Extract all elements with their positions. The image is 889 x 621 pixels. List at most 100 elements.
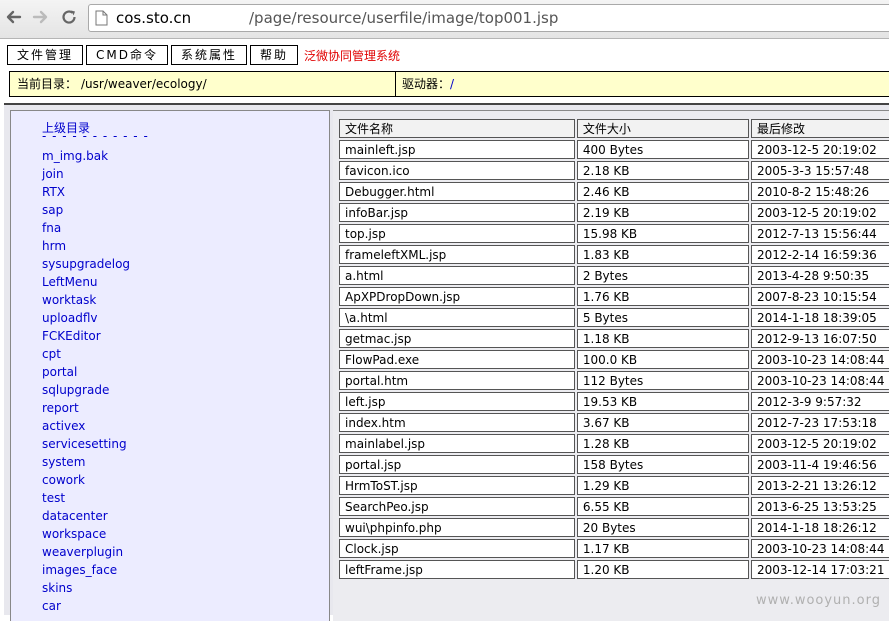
file-name-cell[interactable]: favicon.ico xyxy=(339,161,575,180)
table-header-row: 文件名称 文件大小 最后修改 xyxy=(339,119,889,138)
file-name-cell[interactable]: a.html xyxy=(339,266,575,285)
directory-link[interactable]: RTX xyxy=(42,184,130,202)
file-size-cell: 2.18 KB xyxy=(576,161,749,180)
file-name-cell[interactable]: portal.htm xyxy=(339,371,575,390)
file-name-cell[interactable]: wui\phpinfo.php xyxy=(339,518,575,537)
reload-button[interactable] xyxy=(58,6,80,28)
directory-link[interactable]: hrm xyxy=(42,238,130,256)
address-bar[interactable]: cos.sto.cn /page/resource/userfile/image… xyxy=(88,4,889,32)
file-name-cell[interactable]: portal.jsp xyxy=(339,455,575,474)
forward-button[interactable] xyxy=(29,6,51,28)
directory-link[interactable]: servicesetting xyxy=(42,436,130,454)
file-name-cell[interactable]: frameleftXML.jsp xyxy=(339,245,575,264)
last-modified-cell: 2003-12-5 20:19:02 xyxy=(751,140,889,159)
directory-link[interactable]: test xyxy=(42,490,130,508)
directory-link[interactable]: weaverplugin xyxy=(42,544,130,562)
header-last-modified: 最后修改 xyxy=(751,119,889,138)
file-rows: mainleft.jsp 400 Bytes 2003-12-5 20:19:02 f… xyxy=(339,140,889,579)
directory-link[interactable]: worktask xyxy=(42,292,130,310)
directory-link[interactable]: sysupgradelog xyxy=(42,256,130,274)
directory-link[interactable]: cpt xyxy=(42,346,130,364)
url-path: /page/resource/userfile/image/top001.jsp xyxy=(249,9,559,27)
directory-link[interactable]: car xyxy=(42,598,130,616)
file-name-cell[interactable]: SearchPeo.jsp xyxy=(339,497,575,516)
table-row: mainlabel.jsp 1.28 KB 2003-12-5 20:19:02 xyxy=(339,434,889,453)
directory-link[interactable]: portal xyxy=(42,364,130,382)
table-row: index.htm 3.67 KB 2012-7-23 17:53:18 xyxy=(339,413,889,432)
help-button[interactable]: 帮助 xyxy=(250,45,299,65)
table-row: ApXPDropDown.jsp 1.76 KB 2007-8-23 10:15:5… xyxy=(339,287,889,306)
last-modified-cell: 2012-9-13 16:07:50 xyxy=(751,329,889,348)
page-icon xyxy=(95,10,108,26)
file-size-cell: 1.76 KB xyxy=(576,287,749,306)
last-modified-cell: 2003-11-4 19:46:56 xyxy=(751,455,889,474)
directory-link[interactable]: system xyxy=(42,454,130,472)
directory-link[interactable]: report xyxy=(42,400,130,418)
file-size-cell: 20 Bytes xyxy=(576,518,749,537)
table-row: infoBar.jsp 2.19 KB 2003-12-5 20:19:02 xyxy=(339,203,889,222)
directory-link[interactable]: sap xyxy=(42,202,130,220)
directory-link[interactable]: workspace xyxy=(42,526,130,544)
current-dir-value: /usr/weaver/ecology/ xyxy=(81,77,207,91)
back-button[interactable] xyxy=(3,6,25,28)
directory-list: m_img.bak join RTX sap fna hrm sysupgradelog Le… xyxy=(42,148,130,616)
cmd-command-button[interactable]: CMD命令 xyxy=(86,45,168,65)
table-row: Clock.jsp 1.17 KB 2003-10-23 14:08:44 xyxy=(339,539,889,558)
directory-link[interactable]: sqlupgrade xyxy=(42,382,130,400)
file-size-cell: 1.20 KB xyxy=(576,560,749,579)
last-modified-cell: 2003-10-23 14:08:44 xyxy=(751,350,889,369)
directory-link[interactable]: activex xyxy=(42,418,130,436)
directory-link[interactable]: cowork xyxy=(42,472,130,490)
file-name-cell[interactable]: getmac.jsp xyxy=(339,329,575,348)
directory-link[interactable]: LeftMenu xyxy=(42,274,130,292)
last-modified-cell: 2003-10-23 14:08:44 xyxy=(751,539,889,558)
last-modified-cell: 2013-2-21 13:26:12 xyxy=(751,476,889,495)
directory-link[interactable]: datacenter xyxy=(42,508,130,526)
file-name-cell[interactable]: top.jsp xyxy=(339,224,575,243)
last-modified-cell: 2012-3-9 9:57:32 xyxy=(751,392,889,411)
last-modified-cell: 2007-8-23 10:15:54 xyxy=(751,287,889,306)
file-name-cell[interactable]: infoBar.jsp xyxy=(339,203,575,222)
reload-icon xyxy=(62,10,76,24)
file-name-cell[interactable]: mainlabel.jsp xyxy=(339,434,575,453)
table-row: FlowPad.exe 100.0 KB 2003-10-23 14:08:44 xyxy=(339,350,889,369)
file-name-cell[interactable]: Debugger.html xyxy=(339,182,575,201)
directory-link[interactable]: images_face xyxy=(42,562,130,580)
system-properties-button[interactable]: 系统属性 xyxy=(171,45,248,65)
file-name-cell[interactable]: \a.html xyxy=(339,308,575,327)
current-dir-label: 当前目录： xyxy=(17,77,78,91)
directory-link[interactable]: m_img.bak xyxy=(42,148,130,166)
directory-link[interactable]: join xyxy=(42,166,130,184)
drive-link[interactable]: / xyxy=(450,77,454,91)
file-name-cell[interactable]: leftFrame.jsp xyxy=(339,560,575,579)
table-row: getmac.jsp 1.18 KB 2012-9-13 16:07:50 xyxy=(339,329,889,348)
file-manager-button[interactable]: 文件管理 xyxy=(7,45,84,65)
directory-link[interactable]: uploadflv xyxy=(42,310,130,328)
table-row: a.html 2 Bytes 2013-4-28 9:50:35 xyxy=(339,266,889,285)
file-name-cell[interactable]: index.htm xyxy=(339,413,575,432)
drive-label: 驱动器： xyxy=(402,77,451,91)
directory-link[interactable]: skins xyxy=(42,580,130,598)
directory-link[interactable]: fna xyxy=(42,220,130,238)
watermark: www.wooyun.org xyxy=(755,593,881,608)
file-name-cell[interactable]: FlowPad.exe xyxy=(339,350,575,369)
file-name-cell[interactable]: Clock.jsp xyxy=(339,539,575,558)
file-pane: 文件名称 文件大小 最后修改 mainleft.jsp 400 Bytes 2003… xyxy=(333,110,889,621)
header-file-name: 文件名称 xyxy=(339,119,575,138)
file-name-cell[interactable]: mainleft.jsp xyxy=(339,140,575,159)
table-row: favicon.ico 2.18 KB 2005-3-3 15:57:48 xyxy=(339,161,889,180)
file-size-cell: 400 Bytes xyxy=(576,140,749,159)
directory-link[interactable]: FCKEditor xyxy=(42,328,130,346)
path-bar: 当前目录：/usr/weaver/ecology/ 驱动器：/ xyxy=(9,71,889,97)
file-name-cell[interactable]: ApXPDropDown.jsp xyxy=(339,287,575,306)
file-size-cell: 2 Bytes xyxy=(576,266,749,285)
file-name-cell[interactable]: HrmToST.jsp xyxy=(339,476,575,495)
last-modified-cell: 2003-10-23 14:08:44 xyxy=(751,371,889,390)
directory-pane: 上级目录 - - - - - - - - - - - m_img.bak join… xyxy=(10,110,330,621)
table-row: mainleft.jsp 400 Bytes 2003-12-5 20:19:02 xyxy=(339,140,889,159)
drive-selector: 驱动器：/ xyxy=(396,72,889,96)
file-size-cell: 1.17 KB xyxy=(576,539,749,558)
last-modified-cell: 2012-7-23 17:53:18 xyxy=(751,413,889,432)
file-name-cell[interactable]: left.jsp xyxy=(339,392,575,411)
last-modified-cell: 2013-6-25 13:53:25 xyxy=(751,497,889,516)
